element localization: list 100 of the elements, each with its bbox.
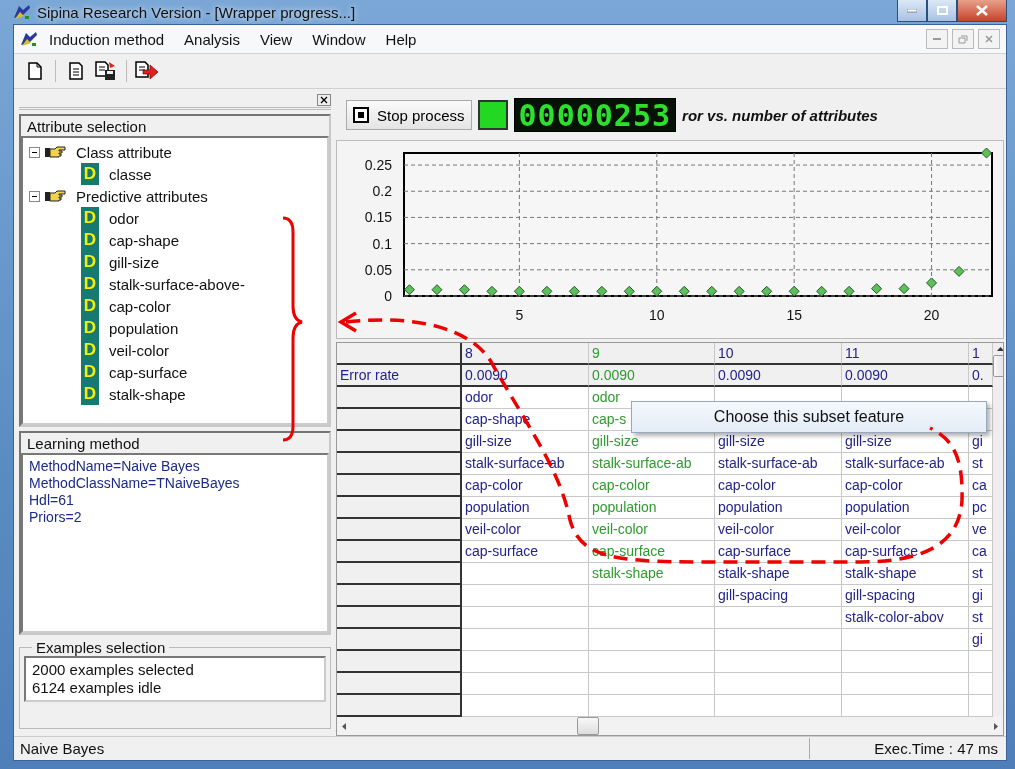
close-icon xyxy=(320,96,328,104)
discrete-attribute-badge: D xyxy=(81,251,99,273)
menu-item[interactable]: Induction method xyxy=(40,28,174,50)
tree-item[interactable]: veil-color xyxy=(109,341,169,359)
scroll-thumb[interactable] xyxy=(993,355,1003,377)
tree-item[interactable]: stalk-surface-above- xyxy=(109,275,245,293)
table-cell: ca xyxy=(969,475,993,497)
collapse-icon[interactable] xyxy=(29,190,40,202)
table-cell: st xyxy=(969,563,993,585)
table-cell: st xyxy=(969,607,993,629)
method-parameter: Priors=2 xyxy=(29,509,83,526)
counter-display: 00000253 xyxy=(513,98,677,132)
data-point xyxy=(843,285,855,297)
tree-item[interactable]: population xyxy=(109,319,179,337)
restore-icon xyxy=(958,34,968,44)
tree-item[interactable]: cap-shape xyxy=(109,231,180,249)
discrete-attribute-badge: D xyxy=(81,163,99,185)
data-point xyxy=(871,283,883,295)
tree-item[interactable]: gill-size xyxy=(109,253,159,271)
table-cell: gi xyxy=(969,431,993,453)
examples-info: 2000 examples selected xyxy=(32,661,195,679)
tick-label: 20 xyxy=(923,307,940,323)
menu-item[interactable]: Analysis xyxy=(175,28,249,50)
tick-label: 0.15 xyxy=(364,209,392,226)
tree-item[interactable]: classe xyxy=(109,165,152,183)
table-cell: population xyxy=(589,497,715,519)
table-cell: odor xyxy=(462,387,589,409)
data-point xyxy=(596,285,608,297)
table-cell: cap-color xyxy=(842,475,969,497)
data-point xyxy=(733,285,745,297)
table-cell: ve xyxy=(969,519,993,541)
menu-item[interactable]: Help xyxy=(376,28,426,50)
tick-label: 10 xyxy=(649,307,665,323)
stop-process-button[interactable]: Stop process xyxy=(346,100,472,130)
tree-item[interactable]: stalk-shape xyxy=(109,385,186,403)
data-point xyxy=(816,285,828,297)
tree-item[interactable]: odor xyxy=(109,209,140,227)
data-point xyxy=(513,285,525,297)
tree-group-label[interactable]: Predictive attributes xyxy=(76,187,208,205)
discrete-attribute-badge: D xyxy=(81,361,99,383)
table-cell: stalk-shape xyxy=(842,563,969,585)
discrete-attribute-badge: D xyxy=(81,383,99,405)
group-title: Examples selection xyxy=(35,639,167,656)
discrete-attribute-badge: D xyxy=(81,207,99,229)
table-cell: veil-color xyxy=(462,519,589,541)
table-cell: cap-color xyxy=(589,475,715,497)
menu-item[interactable]: Choose this subset feature xyxy=(632,402,986,432)
maximize-button[interactable] xyxy=(927,0,957,22)
table-cell: gill-size xyxy=(589,431,715,453)
discrete-attribute-badge: D xyxy=(81,229,99,251)
app-icon xyxy=(13,4,31,20)
tick-label: 0.05 xyxy=(364,261,392,278)
panel-title: Learning method xyxy=(26,433,141,453)
data-point xyxy=(926,277,938,289)
data-point xyxy=(486,285,498,297)
table-cell: gill-spacing xyxy=(715,585,842,607)
method-parameter: MethodName=Naive Bayes xyxy=(29,458,201,475)
stop-icon xyxy=(353,107,369,123)
menu-item[interactable]: Window xyxy=(303,28,375,50)
table-cell: pc xyxy=(969,497,993,519)
discrete-attribute-badge: D xyxy=(81,273,99,295)
column-header[interactable]: 11 xyxy=(842,343,969,365)
table-cell: 0.0090 xyxy=(715,365,842,387)
horizontal-scrollbar[interactable] xyxy=(337,717,1003,735)
table-cell: ca xyxy=(969,541,993,563)
tree-item[interactable]: cap-surface xyxy=(109,363,188,381)
table-cell: cap-surface xyxy=(462,541,589,563)
tick-label: 0.1 xyxy=(372,235,392,252)
table-cell: gi xyxy=(969,629,993,651)
tick-label: 0.2 xyxy=(372,183,392,200)
table-cell: st xyxy=(969,453,993,475)
status-text: Naive Bayes xyxy=(19,740,106,757)
table-cell: stalk-surface-ab xyxy=(589,453,715,475)
data-point xyxy=(953,265,965,277)
tree-group-label[interactable]: Class attribute xyxy=(76,143,172,161)
collapse-icon[interactable] xyxy=(29,146,40,158)
data-point xyxy=(568,285,580,297)
table-cell: gill-size xyxy=(715,431,842,453)
column-header[interactable]: 1 xyxy=(969,343,993,365)
data-point xyxy=(678,285,690,297)
column-header[interactable]: 10 xyxy=(715,343,842,365)
close-button[interactable] xyxy=(317,94,331,106)
column-header[interactable]: 8 xyxy=(462,343,589,365)
data-point xyxy=(761,285,773,297)
close-icon xyxy=(985,35,993,43)
discrete-attribute-badge: D xyxy=(81,295,99,317)
data-point xyxy=(898,283,910,295)
vertical-scrollbar[interactable] xyxy=(993,343,1003,717)
scroll-left-icon[interactable] xyxy=(341,721,347,731)
tick-label: 0.25 xyxy=(364,157,392,174)
scroll-thumb[interactable] xyxy=(577,717,599,735)
tree-item[interactable]: cap-color xyxy=(109,297,171,315)
minimize-button[interactable] xyxy=(897,0,927,22)
scroll-right-icon[interactable] xyxy=(993,721,999,731)
method-parameter: MethodClassName=TNaiveBayes xyxy=(29,475,241,492)
data-point xyxy=(431,284,443,296)
close-button[interactable] xyxy=(957,0,1007,22)
menu-item[interactable]: View xyxy=(250,28,302,50)
discrete-attribute-badge: D xyxy=(81,317,99,339)
maximize-icon xyxy=(936,6,948,15)
